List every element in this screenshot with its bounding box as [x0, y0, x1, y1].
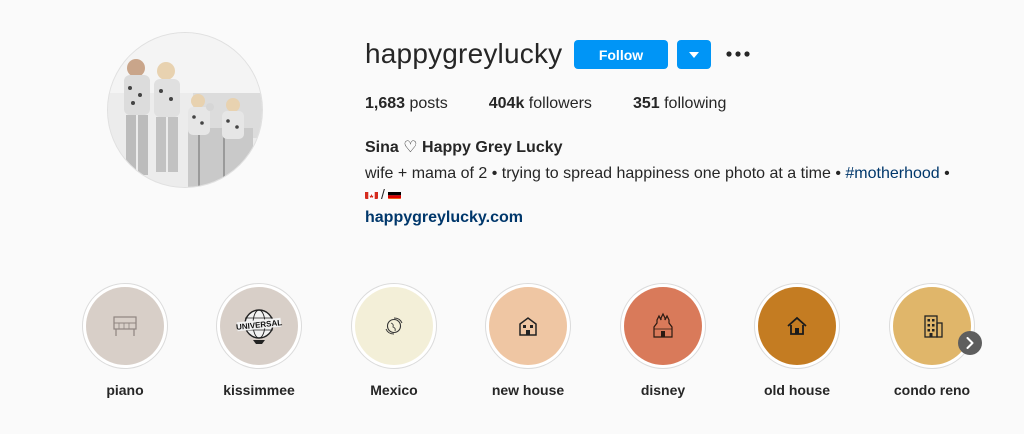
globe-icon	[385, 317, 403, 335]
highlight-mexico[interactable]: Mexico	[349, 283, 439, 398]
house-icon	[787, 316, 807, 335]
germany-flag-icon	[387, 189, 401, 199]
highlight-ring: UNIVERSAL	[216, 283, 302, 369]
highlight-cover	[355, 287, 433, 365]
highlight-old-house[interactable]: old house	[752, 283, 842, 398]
following-count: 351	[632, 95, 660, 112]
highlight-label: condo reno	[893, 382, 971, 398]
highlight-ring	[485, 283, 571, 369]
website-link[interactable]: happygreylucky.com	[365, 209, 523, 227]
highlight-cover	[489, 287, 567, 365]
highlight-label: piano	[106, 382, 144, 398]
profile-avatar[interactable]	[108, 33, 262, 187]
highlight-cover	[893, 287, 971, 365]
flag-separator: /	[381, 186, 385, 202]
bio-end: •	[939, 165, 950, 182]
following-stat[interactable]: 351 following	[633, 95, 726, 113]
suggested-accounts-button[interactable]	[677, 40, 711, 69]
hashtag-link[interactable]: #motherhood	[845, 165, 939, 182]
following-label: following	[664, 95, 727, 112]
highlights-next-button[interactable]	[958, 331, 982, 355]
highlight-ring	[754, 283, 840, 369]
highlight-cover	[624, 287, 702, 365]
highlight-cover	[86, 287, 164, 365]
followers-label: followers	[528, 95, 592, 112]
chevron-right-icon	[966, 337, 974, 349]
highlight-ring	[351, 283, 437, 369]
highlight-label: kissimmee	[223, 382, 295, 398]
highlight-ring	[82, 283, 168, 369]
highlight-disney[interactable]: disney	[618, 283, 708, 398]
highlight-ring	[889, 283, 975, 369]
posts-label: posts	[409, 95, 448, 112]
highlight-label: disney	[640, 382, 686, 398]
more-options-button[interactable]	[725, 44, 751, 64]
profile-bio: wife + mama of 2 • trying to spread happ…	[365, 162, 995, 185]
posts-stat: 1,683 posts	[365, 95, 448, 113]
highlight-new-house[interactable]: new house	[483, 283, 573, 398]
highlight-label: Mexico	[370, 382, 418, 398]
bio-text: wife + mama of 2 • trying to spread happ…	[365, 165, 841, 182]
followers-stat[interactable]: 404k followers	[489, 95, 592, 113]
follow-button[interactable]: Follow	[574, 40, 668, 69]
avatar-photo	[108, 33, 262, 187]
castle-icon	[653, 312, 673, 338]
canada-flag-icon	[365, 189, 378, 199]
story-highlights: piano UNIVERSAL kissimmee Mexico new hou…	[0, 283, 1024, 413]
bio-flags: /	[365, 186, 401, 202]
highlight-kissimmee[interactable]: UNIVERSAL kissimmee	[214, 283, 304, 398]
piano-icon	[113, 316, 137, 336]
highlight-ring	[620, 283, 706, 369]
highlight-piano[interactable]: piano	[80, 283, 170, 398]
caret-down-icon	[689, 51, 699, 58]
universal-globe-icon: UNIVERSAL	[236, 309, 283, 344]
highlight-label: new house	[491, 382, 565, 398]
ellipsis-icon	[726, 51, 750, 57]
profile-stats: 1,683 posts 404k followers 351 following	[365, 95, 767, 113]
apartment-icon	[924, 315, 943, 338]
highlight-cover	[758, 287, 836, 365]
highlight-cover: UNIVERSAL	[220, 287, 298, 365]
profile-username: happygreylucky	[365, 38, 563, 69]
followers-count: 404k	[488, 95, 525, 112]
profile-full-name: Sina ♡ Happy Grey Lucky	[365, 139, 563, 156]
posts-count: 1,683	[365, 95, 406, 112]
highlight-label: old house	[763, 382, 831, 398]
building-icon	[519, 317, 537, 336]
